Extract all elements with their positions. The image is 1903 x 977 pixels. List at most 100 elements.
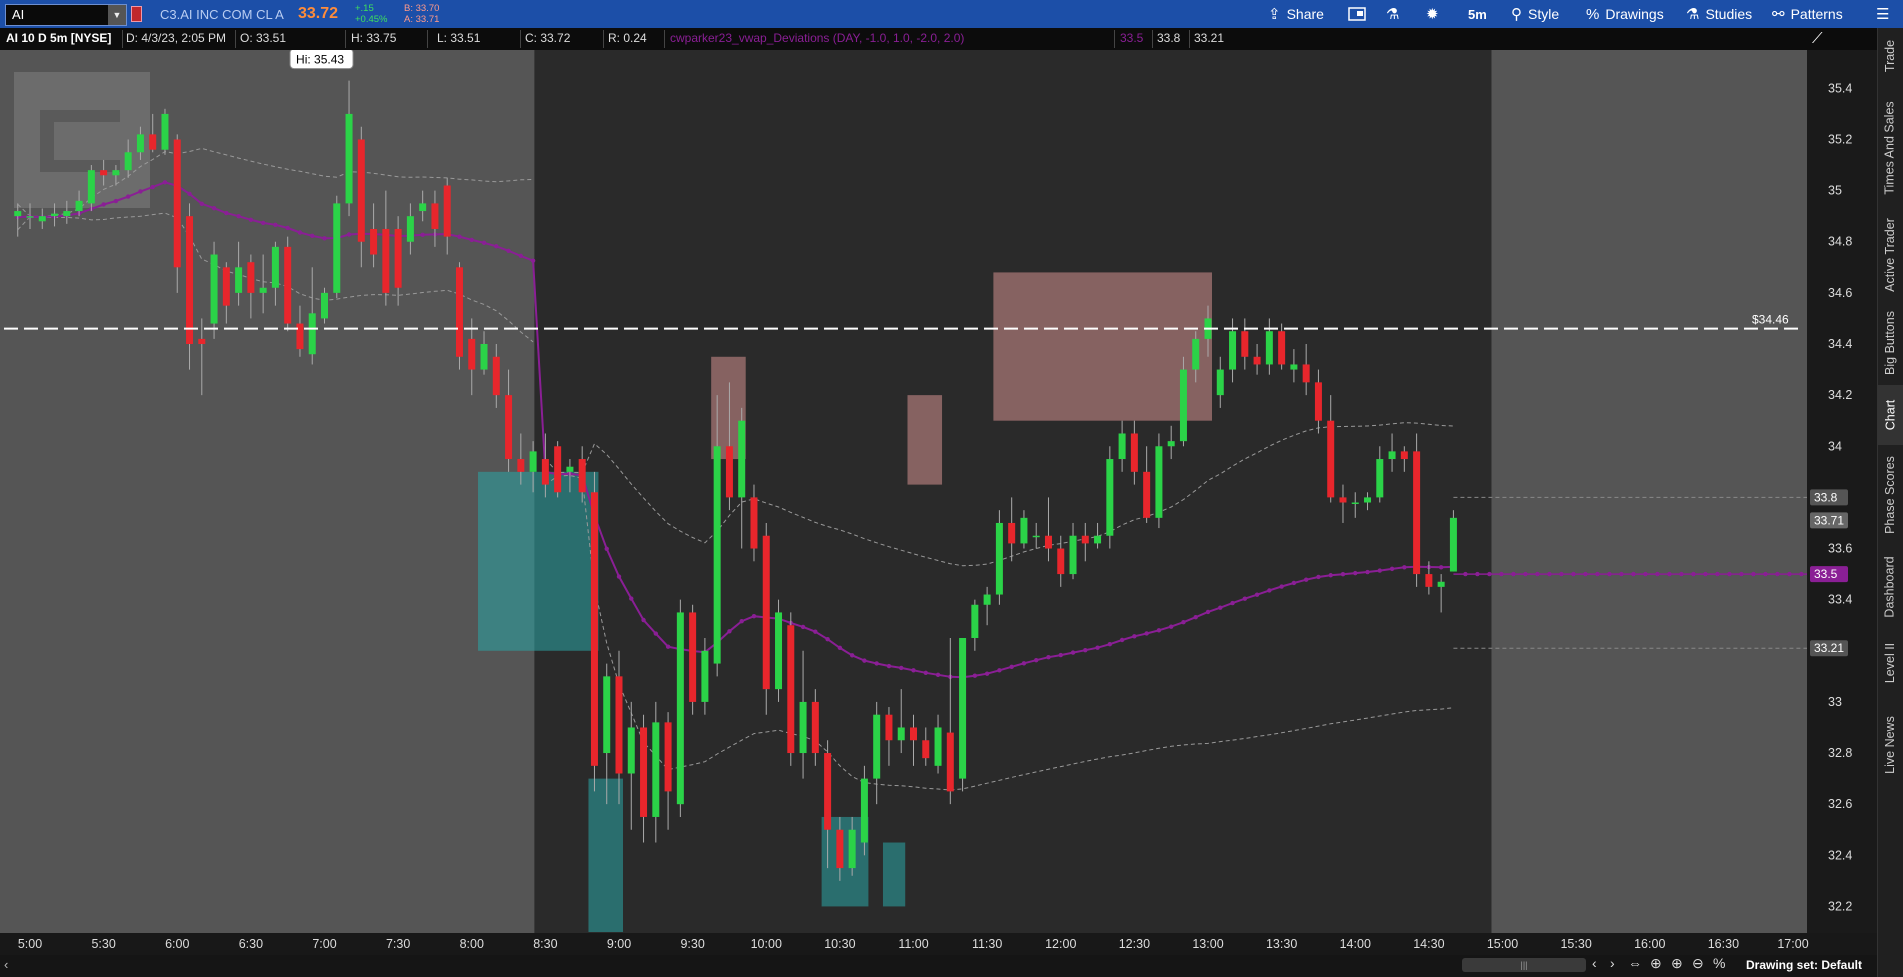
- snapshot-button[interactable]: [1348, 0, 1366, 28]
- candle-body: [934, 727, 942, 766]
- divider: [427, 30, 428, 48]
- time-tick-label: 14:00: [1339, 937, 1371, 951]
- candle-body: [431, 203, 439, 229]
- study-value-lower: 33.21: [1194, 31, 1225, 45]
- patterns-label: Patterns: [1790, 6, 1843, 22]
- vwap-dot: [1353, 570, 1358, 576]
- candle-body: [1351, 502, 1359, 505]
- tab-level-ii[interactable]: Level II: [1877, 628, 1903, 698]
- menu-button[interactable]: ☰: [1876, 0, 1889, 28]
- zoom-in-icon[interactable]: ⊕: [1671, 955, 1683, 972]
- percent-scale-icon[interactable]: %: [1713, 955, 1725, 971]
- drawings-button[interactable]: % Drawings: [1586, 0, 1664, 28]
- drawing-set-label[interactable]: Drawing set: Default: [1746, 958, 1862, 972]
- price-tick-label: 35.4: [1828, 81, 1852, 95]
- symbol-dropdown-icon[interactable]: ▼: [108, 5, 126, 25]
- vwap-dot: [1205, 609, 1211, 615]
- scroll-thumb[interactable]: |||: [1462, 958, 1586, 972]
- price-tick-label: 32.2: [1828, 899, 1852, 913]
- candle-body: [541, 459, 549, 485]
- tab-chart[interactable]: Chart: [1877, 385, 1903, 445]
- symbol-input[interactable]: AI ▼: [5, 4, 127, 26]
- vwap-dot: [457, 234, 462, 239]
- vwap-dot: [113, 198, 119, 204]
- vwap-dot: [984, 671, 990, 676]
- aggregation-label: 5m: [1468, 6, 1487, 22]
- vwap-dot: [260, 220, 266, 226]
- flask-button[interactable]: ⚗: [1386, 0, 1399, 28]
- candle-body: [210, 254, 218, 324]
- aggregation-button[interactable]: 5m: [1468, 0, 1487, 28]
- candle-body: [370, 228, 378, 255]
- vwap-dot: [727, 629, 732, 634]
- time-tick-label: 6:30: [238, 937, 264, 951]
- vwap-dot: [1316, 574, 1321, 580]
- flask-icon: ⚗: [1386, 6, 1400, 23]
- candle-body: [959, 638, 967, 779]
- candle-body: [946, 732, 954, 792]
- info-range: R: 0.24: [608, 31, 647, 45]
- tab-phase-scores[interactable]: Phase Scores: [1877, 445, 1903, 545]
- drawing-tool-icon[interactable]: ⟋: [1812, 30, 1832, 48]
- vwap-dot: [604, 546, 609, 552]
- zoom-out-icon[interactable]: ⊖: [1692, 955, 1704, 972]
- vwap-dot: [1095, 645, 1100, 650]
- candle-body: [419, 203, 427, 212]
- tab-live-news[interactable]: Live News: [1877, 700, 1903, 790]
- patterns-button[interactable]: ⚯ Patterns: [1772, 0, 1843, 28]
- vwap-dot: [1107, 642, 1113, 647]
- candle-body: [983, 594, 991, 605]
- time-tick-label: 10:30: [824, 937, 856, 951]
- tab-trade[interactable]: Trade: [1877, 28, 1903, 83]
- pan-icon[interactable]: ⇔: [1628, 955, 1642, 971]
- vwap-dot: [518, 253, 524, 259]
- vwap-dot: [1291, 580, 1297, 586]
- studies-label: Studies: [1705, 6, 1753, 22]
- price-tick-label: 33: [1828, 695, 1842, 709]
- tab-active-trader[interactable]: Active Trader: [1877, 210, 1903, 300]
- candle-body: [1253, 356, 1261, 365]
- candle-body: [1265, 331, 1273, 365]
- vwap-dot: [1046, 655, 1051, 660]
- price-tick-label: 34: [1828, 439, 1842, 453]
- time-tick-label: 7:30: [385, 937, 411, 951]
- scroll-left-icon[interactable]: ‹: [4, 957, 8, 972]
- candle-body: [455, 267, 463, 357]
- price-tick-label: 33.6: [1828, 542, 1852, 556]
- vwap-dot: [1034, 657, 1039, 663]
- time-tick-label: 10:00: [750, 937, 782, 951]
- symbol-value[interactable]: AI: [12, 7, 24, 22]
- candle-body: [1032, 535, 1040, 538]
- share-label: Share: [1286, 6, 1324, 22]
- candle-body: [1044, 535, 1052, 549]
- studies-button[interactable]: ⚗ Studies: [1686, 0, 1752, 28]
- vwap-dot: [1303, 577, 1309, 582]
- tab-times-and-sales[interactable]: Times And Sales: [1877, 85, 1903, 210]
- vwap-dot: [1254, 592, 1260, 597]
- candle-body: [995, 522, 1003, 595]
- candle-body: [1118, 433, 1126, 460]
- tab-big-buttons[interactable]: Big Buttons: [1877, 300, 1903, 385]
- scroll-left-small-icon[interactable]: ‹: [1592, 955, 1597, 971]
- scroll-right-small-icon[interactable]: ›: [1610, 955, 1615, 971]
- candle-body: [63, 211, 71, 217]
- settings-button[interactable]: ✹: [1426, 0, 1439, 28]
- study-name: cwparker23_vwap_Deviations (DAY, -1.0, 1…: [670, 31, 965, 45]
- candle-body: [554, 446, 562, 493]
- style-button[interactable]: ⚲ Style: [1511, 0, 1559, 28]
- vwap-dot: [162, 180, 168, 185]
- info-low: L: 33.51: [437, 31, 481, 45]
- price-chart[interactable]: $34.46 Hi: 35.43 35.4 35.2 35 34.8 34.6 34.4 34…: [0, 50, 1877, 933]
- divider: [1114, 30, 1115, 48]
- crosshair-icon[interactable]: ⊕: [1650, 955, 1662, 972]
- candle-body: [1216, 369, 1224, 396]
- link-color-icon[interactable]: [131, 6, 142, 22]
- vwap-dot: [1389, 566, 1395, 572]
- vwap-dot: [236, 213, 241, 219]
- share-button[interactable]: ⇪ Share: [1268, 0, 1324, 28]
- candle-body: [1179, 369, 1187, 442]
- candle-body: [308, 313, 316, 355]
- time-tick-label: 12:30: [1118, 937, 1151, 951]
- tab-dashboard[interactable]: Dashboard: [1877, 545, 1903, 628]
- candle-body: [1143, 471, 1151, 518]
